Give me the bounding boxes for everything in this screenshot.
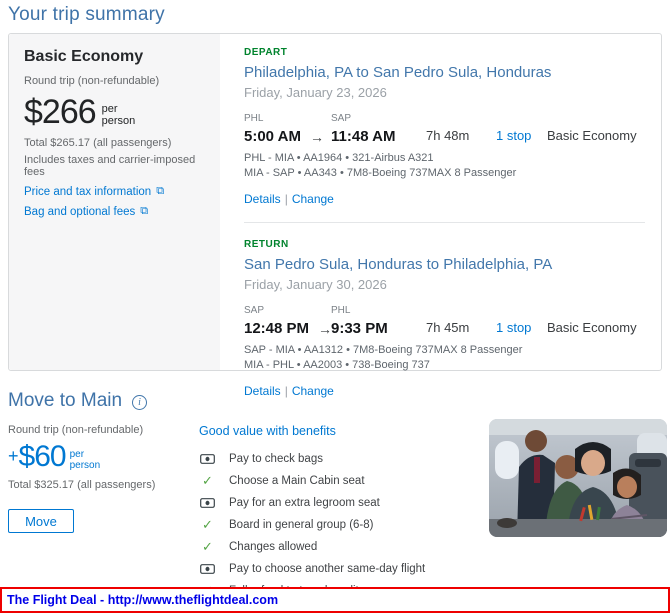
return-date: Friday, January 30, 2026 [244, 277, 645, 292]
upgrade-price: + $60 per person [8, 442, 190, 472]
arrow-right-icon: → [310, 129, 324, 145]
depart-details-link[interactable]: Details [244, 192, 281, 206]
flight-duration: 7h 48m [426, 113, 496, 145]
depart-segments: PHL - MIA • AA1964 • 321-Airbus A321 MIA… [244, 152, 645, 179]
arrive-time: 11:48 AM [331, 128, 426, 145]
return-details-link[interactable]: Details [244, 384, 281, 398]
banknote-icon [199, 498, 216, 508]
fare-price: $266 per person [24, 95, 205, 129]
destination-code: PHL [331, 305, 426, 316]
depart-label: DEPART [244, 47, 645, 58]
return-segments: SAP - MIA • AA1312 • 7M8-Boeing 737MAX 8… [244, 344, 645, 371]
stops-link[interactable]: 1 stop [496, 128, 531, 143]
benefits-title: Good value with benefits [199, 424, 489, 438]
segment-line: PHL - MIA • AA1964 • 321-Airbus A321 [244, 152, 645, 164]
depart-route-title: Philadelphia, PA to San Pedro Sula, Hond… [244, 64, 645, 81]
fare-panel: Basic Economy Round trip (non-refundable… [9, 34, 220, 370]
check-icon: ✓ [199, 473, 216, 489]
flight-divider [244, 222, 645, 223]
link-separator: | [285, 192, 288, 206]
benefits-list: Good value with benefits Pay to check ba… [199, 424, 489, 602]
return-label: RETURN [244, 239, 645, 250]
fare-price-amount: $266 [24, 95, 96, 129]
return-time-row: SAP 12:48 PM → PHL 9:33 PM 7h 45m 1 stop… [244, 305, 645, 337]
benefit-row: Pay to check bags [199, 448, 489, 470]
plus-sign: + [8, 446, 19, 467]
fare-trip-type: Round trip (non-refundable) [24, 75, 205, 87]
benefit-row: ✓ Choose a Main Cabin seat [199, 470, 489, 492]
arrow-right-icon: → [318, 321, 332, 337]
depart-change-link[interactable]: Change [292, 192, 334, 206]
stops-link[interactable]: 1 stop [496, 320, 531, 335]
segment-line: SAP - MIA • AA1312 • 7M8-Boeing 737MAX 8… [244, 344, 645, 356]
destination-code: SAP [331, 113, 426, 124]
return-route-title: San Pedro Sula, Honduras to Philadelphia… [244, 256, 645, 273]
info-icon[interactable]: i [132, 395, 147, 410]
depart-date: Friday, January 23, 2026 [244, 85, 645, 100]
trip-summary-card: Basic Economy Round trip (non-refundable… [8, 33, 662, 371]
depart-time: 12:48 PM [244, 320, 309, 337]
banknote-icon [199, 564, 216, 574]
cabin-type: Basic Economy [547, 113, 645, 145]
move-button[interactable]: Move [8, 509, 74, 533]
return-change-link[interactable]: Change [292, 384, 334, 398]
upgrade-price-column: Round trip (non-refundable) + $60 per pe… [8, 424, 190, 533]
upgrade-trip-type: Round trip (non-refundable) [8, 424, 190, 436]
price-tax-info-link[interactable]: Price and tax information ⧉ [24, 185, 205, 198]
fare-total: Total $265.17 (all passengers) [24, 137, 205, 149]
link-separator: | [285, 384, 288, 398]
benefit-row: ✓ Board in general group (6-8) [199, 514, 489, 536]
move-to-main-heading: Move to Main i [8, 390, 147, 412]
origin-code: SAP [244, 305, 331, 316]
benefit-row: Pay to choose another same-day flight [199, 558, 489, 580]
flight-duration: 7h 45m [426, 305, 496, 337]
depart-time-row: PHL 5:00 AM → SAP 11:48 AM 7h 48m 1 stop… [244, 113, 645, 145]
upgrade-total: Total $325.17 (all passengers) [8, 479, 190, 491]
fare-price-unit: per person [102, 103, 136, 127]
check-icon: ✓ [199, 539, 216, 555]
arrive-time: 9:33 PM [331, 320, 426, 337]
upgrade-price-amount: $60 [19, 442, 66, 472]
page-title: Your trip summary [8, 4, 165, 26]
flight-deal-link[interactable]: The Flight Deal - http://www.theflightde… [2, 593, 278, 607]
segment-line: MIA - PHL • AA2003 • 738-Boeing 737 [244, 359, 645, 371]
external-link-icon: ⧉ [140, 205, 148, 218]
external-link-icon: ⧉ [156, 185, 164, 198]
bag-optional-fees-link[interactable]: Bag and optional fees ⧉ [24, 205, 205, 218]
origin-code: PHL [244, 113, 331, 124]
flight-deal-banner: The Flight Deal - http://www.theflightde… [0, 587, 670, 613]
cabin-photo [489, 419, 667, 537]
banknote-icon [199, 454, 216, 464]
benefit-row: Pay for an extra legroom seat [199, 492, 489, 514]
check-icon: ✓ [199, 517, 216, 533]
fare-name: Basic Economy [24, 48, 205, 66]
fare-includes-note: Includes taxes and carrier-imposed fees [24, 154, 205, 178]
flights-panel: DEPART Philadelphia, PA to San Pedro Sul… [220, 34, 661, 370]
benefit-row: ✓ Changes allowed [199, 536, 489, 558]
upgrade-price-unit: per person [70, 449, 101, 471]
return-flight-block: RETURN San Pedro Sula, Honduras to Phila… [244, 238, 645, 398]
depart-flight-block: DEPART Philadelphia, PA to San Pedro Sul… [244, 46, 645, 206]
cabin-type: Basic Economy [547, 305, 645, 337]
depart-time: 5:00 AM [244, 128, 301, 145]
segment-line: MIA - SAP • AA343 • 7M8-Boeing 737MAX 8 … [244, 167, 645, 179]
